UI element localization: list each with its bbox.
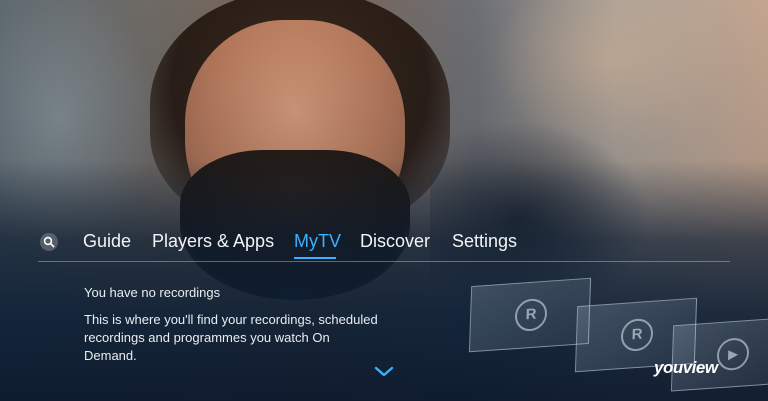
record-icon: R	[514, 297, 548, 333]
active-tab-indicator	[294, 257, 336, 259]
search-icon	[43, 236, 55, 248]
search-button[interactable]	[40, 233, 58, 251]
chevron-down-icon[interactable]	[374, 366, 394, 378]
nav-item-settings[interactable]: Settings	[452, 231, 517, 252]
record-icon: R	[620, 317, 654, 353]
empty-state-description: This is where you'll find your recording…	[84, 312, 378, 363]
nav-divider	[38, 261, 730, 262]
nav-item-guide[interactable]: Guide	[83, 231, 131, 252]
play-icon: ▶	[716, 336, 750, 372]
nav-item-mytv[interactable]: MyTV	[294, 231, 341, 252]
empty-state-title: You have no recordings	[84, 285, 221, 300]
nav-item-discover[interactable]: Discover	[360, 231, 430, 252]
placeholder-card: R	[468, 277, 592, 353]
youview-logo: youview	[654, 358, 718, 377]
main-nav: Guide Players & Apps MyTV Discover Setti…	[0, 226, 768, 260]
nav-item-players-apps[interactable]: Players & Apps	[152, 231, 274, 252]
placeholder-card: ▶	[670, 318, 768, 392]
